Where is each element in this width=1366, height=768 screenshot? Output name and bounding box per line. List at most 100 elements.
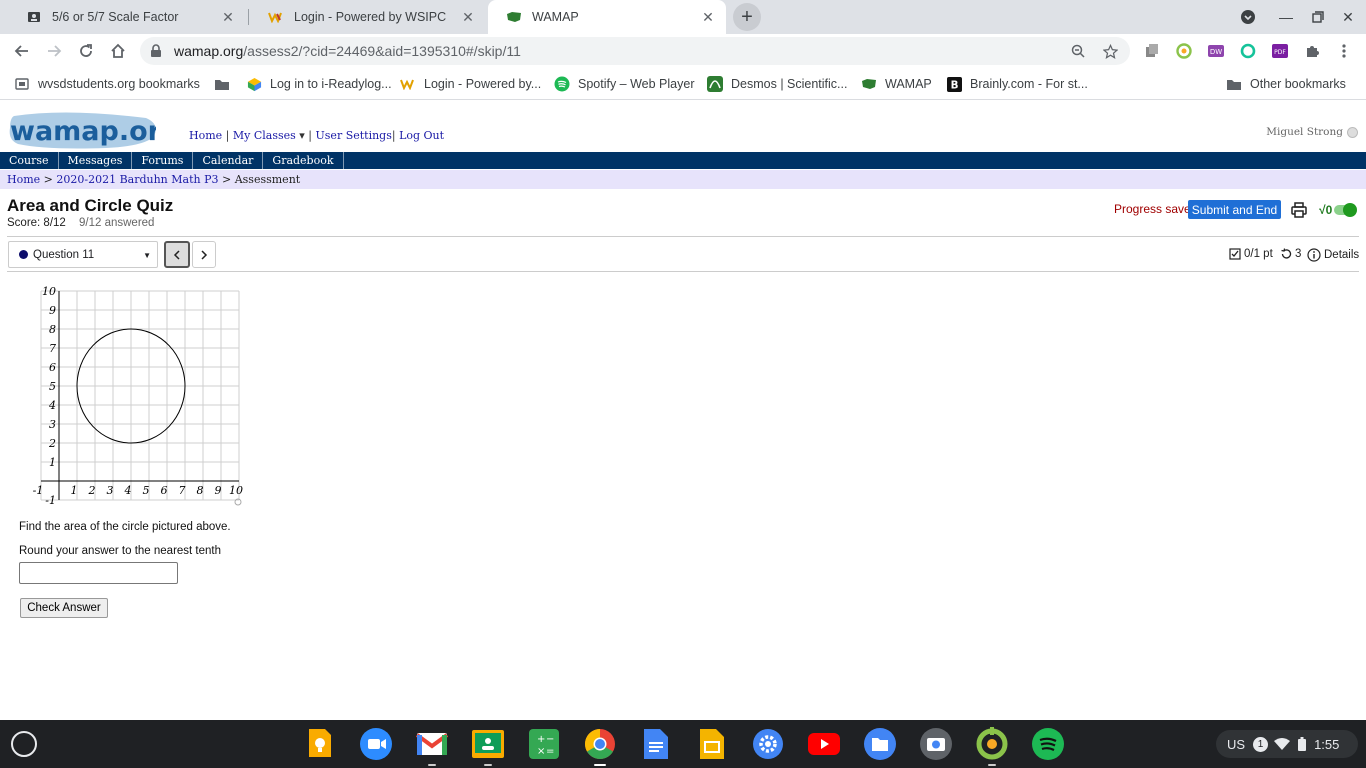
user-name: Miguel Strong (1266, 126, 1343, 138)
breadcrumb-home[interactable]: Home (7, 173, 40, 186)
tab-search-icon[interactable] (1237, 6, 1259, 28)
x-tick-label: 3 (107, 484, 114, 497)
forward-icon[interactable] (41, 38, 67, 64)
log-out-link[interactable]: Log Out (399, 129, 444, 142)
launcher-icon[interactable] (11, 731, 37, 757)
spotify-icon (554, 76, 570, 92)
answer-input[interactable] (19, 562, 178, 584)
toggle-track (1334, 203, 1358, 217)
bookmark-wamap[interactable]: WAMAP (861, 74, 932, 94)
bookmark-label: Other bookmarks (1250, 77, 1346, 91)
settings-app-icon[interactable] (751, 727, 785, 761)
nav-course[interactable]: Course (0, 152, 59, 169)
extension-grammar-icon[interactable] (1237, 40, 1259, 62)
math-toggle-symbol: √0 (1319, 203, 1333, 217)
top-navigation: Home | My Classes ▾ | User Settings| Log… (189, 129, 445, 142)
y-tick-label: 4 (48, 399, 56, 412)
calculator-app-icon[interactable]: + − × = (527, 727, 561, 761)
minimize-icon[interactable]: — (1275, 6, 1297, 28)
home-icon[interactable] (105, 38, 131, 64)
extension-iready-icon[interactable] (1173, 40, 1195, 62)
back-icon[interactable] (9, 38, 35, 64)
breadcrumb: Home > 2020-2021 Barduhn Math P3 > Asses… (0, 170, 1366, 189)
x-tick-label: 2 (88, 484, 96, 497)
folder-icon (1226, 76, 1242, 92)
x-tick-label: 10 (229, 484, 243, 497)
reload-icon[interactable] (73, 38, 99, 64)
x-tick-label: 5 (143, 484, 150, 497)
check-answer-button[interactable]: Check Answer (20, 598, 108, 618)
running-indicator (988, 764, 996, 766)
tab-scale-factor[interactable]: 5/6 or 5/7 Scale Factor ✕ (8, 0, 246, 34)
nav-forums[interactable]: Forums (132, 152, 194, 169)
menu-kebab-icon[interactable] (1333, 40, 1355, 62)
submit-and-end-button[interactable]: Submit and End (1188, 200, 1281, 219)
bookmark-spotify[interactable]: Spotify – Web Player (554, 74, 695, 94)
files-app-icon[interactable] (863, 727, 897, 761)
previous-question-button[interactable] (164, 241, 190, 268)
running-indicator (594, 764, 606, 766)
bookmark-star-icon[interactable] (1098, 37, 1122, 65)
browser-toolbar: wamap.org/assess2/?cid=24469&aid=1395310… (0, 34, 1366, 68)
wifi-icon (1274, 738, 1291, 750)
retry-icon (1281, 248, 1292, 259)
slides-app-icon[interactable] (695, 727, 729, 761)
user-settings-link[interactable]: User Settings (316, 129, 392, 142)
close-icon[interactable]: ✕ (700, 9, 716, 25)
maximize-icon[interactable] (1307, 6, 1329, 28)
home-link[interactable]: Home (189, 129, 222, 142)
bookmark-label: Login - Powered by... (424, 77, 542, 91)
print-icon[interactable] (1290, 201, 1308, 219)
bookmark-brainly[interactable]: B Brainly.com - For st... (946, 74, 1088, 94)
close-icon[interactable]: ✕ (460, 9, 476, 25)
svg-text:B: B (950, 79, 958, 91)
close-window-icon[interactable]: ✕ (1337, 6, 1359, 28)
tab-wsipc-login[interactable]: Login - Powered by WSIPC ✕ (250, 0, 486, 34)
checkbox-icon (1229, 248, 1241, 260)
bookmark-iready[interactable]: Log in to i-Readylog... (246, 74, 392, 94)
nav-gradebook[interactable]: Gradebook (263, 152, 344, 169)
gmail-app-icon[interactable] (415, 727, 449, 766)
zoom-app-icon[interactable] (359, 727, 393, 761)
tab-wamap[interactable]: WAMAP ✕ (488, 0, 726, 34)
youtube-app-icon[interactable] (807, 727, 841, 761)
wamap-logo[interactable]: wamap.org (6, 110, 180, 150)
address-bar[interactable]: wamap.org/assess2/?cid=24469&aid=1395310… (140, 37, 1130, 65)
spotify-app-icon[interactable] (1031, 727, 1065, 761)
new-tab-button[interactable]: + (733, 3, 761, 31)
my-classes-link[interactable]: My Classes (233, 129, 296, 142)
bookmark-wvsdstudents[interactable]: wvsdstudents.org bookmarks (14, 74, 200, 94)
nav-calendar[interactable]: Calendar (193, 152, 264, 169)
extension-pdf-icon[interactable]: PDF (1269, 40, 1291, 62)
nav-messages[interactable]: Messages (59, 152, 133, 169)
bookmark-folder[interactable] (214, 74, 238, 94)
os-shelf: + − × = US 1 1:55 (0, 720, 1366, 768)
input-locale: US (1227, 736, 1246, 752)
camera-app-icon[interactable] (919, 727, 953, 761)
user-menu[interactable]: Miguel Strong (1266, 126, 1358, 138)
chrome-app-icon[interactable] (583, 727, 617, 766)
status-tray[interactable]: US 1 1:55 (1216, 730, 1358, 758)
bookmark-wsipc[interactable]: Login - Powered by... (400, 74, 541, 94)
docs-app-icon[interactable] (639, 727, 673, 761)
bookmark-desmos[interactable]: Desmos | Scientific... (707, 74, 847, 94)
wsipc-icon (400, 76, 416, 92)
extensions-puzzle-icon[interactable] (1301, 40, 1323, 62)
close-icon[interactable]: ✕ (220, 9, 236, 25)
score: Score: 8/12 (7, 217, 66, 229)
answered-count: 9/12 answered (79, 217, 155, 229)
extension-copy-icon[interactable] (1141, 40, 1163, 62)
breadcrumb-course[interactable]: 2020-2021 Barduhn Math P3 (56, 173, 218, 186)
bookmark-other[interactable]: Other bookmarks (1226, 74, 1346, 94)
zoom-icon[interactable] (1066, 37, 1090, 65)
math-entry-toggle[interactable]: √0 (1319, 200, 1359, 220)
url-path: /assess2/?cid=24469&aid=1395310#/skip/11 (243, 43, 521, 59)
bookmarks-bar: wvsdstudents.org bookmarks Log in to i-R… (0, 68, 1366, 100)
question-details[interactable]: Details (1307, 248, 1359, 262)
iready-app-icon[interactable] (975, 727, 1009, 766)
question-selector[interactable]: Question 11 ▼ (8, 241, 158, 268)
next-question-button[interactable] (192, 241, 216, 268)
classroom-app-icon[interactable] (471, 727, 505, 766)
extension-dw-icon[interactable]: DW (1205, 40, 1227, 62)
keep-app-icon[interactable] (303, 727, 337, 761)
